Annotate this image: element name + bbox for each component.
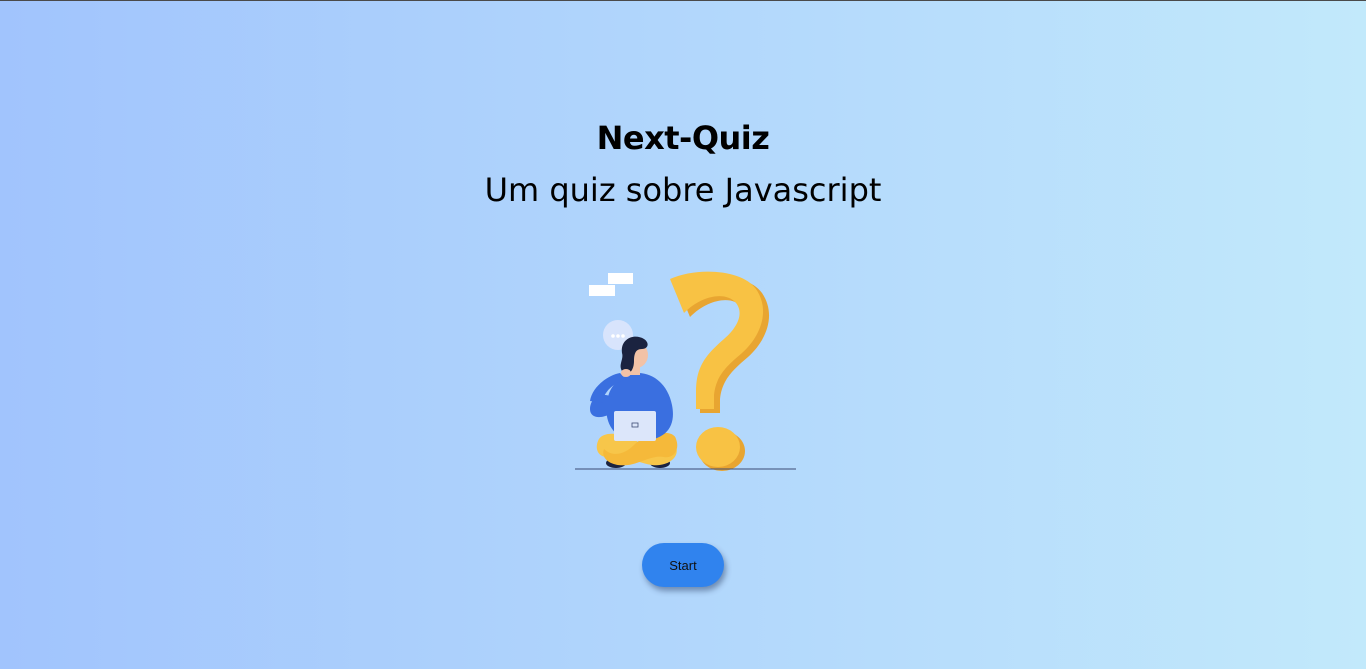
quiz-illustration: [575, 271, 796, 471]
floating-blocks-icon: [589, 273, 633, 296]
page-title: Next-Quiz: [596, 119, 770, 157]
question-mark-icon: [670, 271, 770, 471]
thinking-person-icon: [590, 336, 678, 468]
page-subtitle: Um quiz sobre Javascript: [484, 171, 882, 209]
start-button[interactable]: Start: [642, 543, 724, 587]
